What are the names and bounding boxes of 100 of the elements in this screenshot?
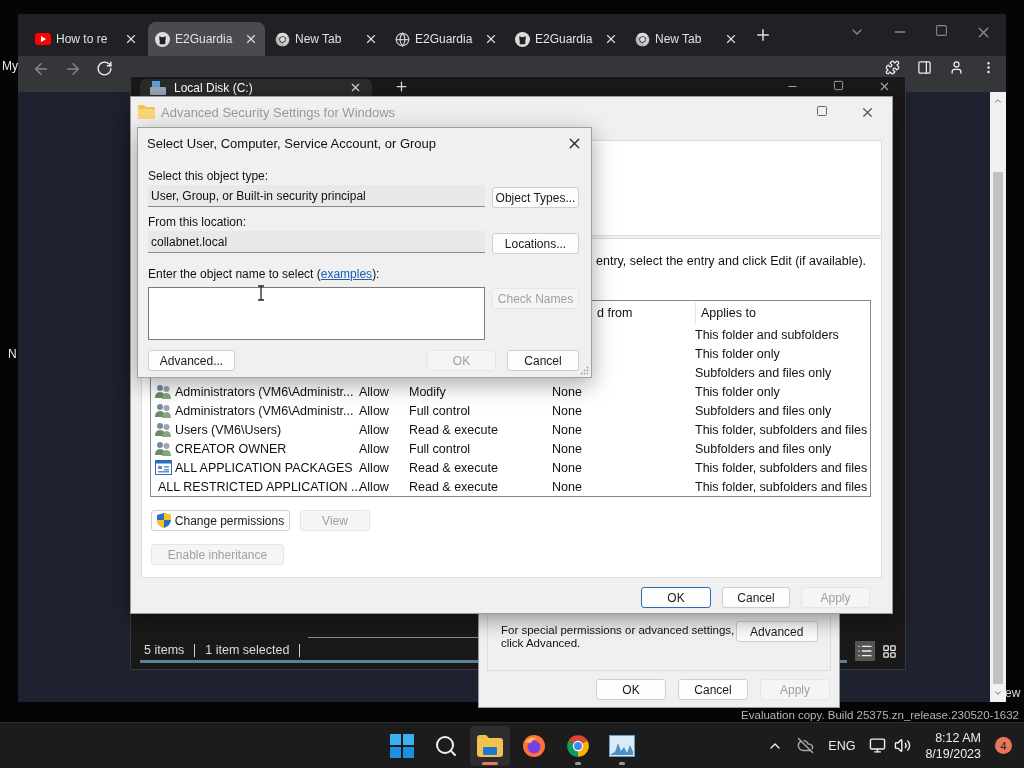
dialog-button[interactable]: Cancel bbox=[678, 679, 748, 700]
maximize-icon[interactable] bbox=[935, 24, 948, 37]
table-cell-text: Read & execute bbox=[409, 422, 499, 437]
network-icon[interactable] bbox=[869, 737, 887, 754]
desktop-icon-label[interactable]: N bbox=[8, 347, 17, 361]
dialog-title: Select User, Computer, Service Account, or Group bbox=[147, 135, 437, 151]
table-cell-text: Allow bbox=[359, 441, 390, 456]
close-icon[interactable] bbox=[349, 81, 362, 94]
browser-tab[interactable]: E2Guardia bbox=[508, 22, 625, 56]
table-cell-text: This folder, subfolders and files bbox=[695, 479, 869, 494]
advanced-note: For special permissions or advanced settings, click Advanced. bbox=[501, 624, 736, 650]
scroll-up-icon[interactable] bbox=[993, 96, 1003, 106]
table-cell-text: Allow bbox=[359, 403, 390, 418]
performance-chart-icon bbox=[609, 734, 635, 757]
advanced-button[interactable]: Advanced bbox=[735, 621, 818, 642]
locations-button[interactable]: Locations... bbox=[492, 233, 579, 254]
users-icon bbox=[155, 384, 172, 399]
globe-icon bbox=[395, 31, 410, 47]
principal-name: Users (VM6\Users) bbox=[175, 422, 282, 437]
folder-icon bbox=[138, 105, 155, 119]
close-icon[interactable] bbox=[484, 32, 498, 46]
table-cell-text: Subfolders and files only bbox=[695, 441, 833, 456]
table-cell-text: This folder only bbox=[695, 346, 781, 361]
volume-icon[interactable] bbox=[894, 737, 912, 754]
back-icon[interactable] bbox=[32, 60, 50, 78]
start-icon bbox=[390, 733, 414, 758]
maximize-icon[interactable] bbox=[816, 104, 828, 117]
location-field[interactable]: collabnet.local bbox=[148, 231, 485, 253]
text-cursor-icon bbox=[257, 285, 265, 301]
object-types-button[interactable]: Object Types... bbox=[492, 187, 579, 208]
browser-tab[interactable]: New Tab bbox=[628, 22, 745, 56]
search-icon bbox=[434, 733, 458, 758]
browser-tab[interactable]: How to re bbox=[28, 22, 145, 56]
dialog-button[interactable]: OK bbox=[641, 587, 711, 608]
principal-name: CREATOR OWNER bbox=[175, 441, 287, 456]
close-icon[interactable] bbox=[878, 80, 891, 93]
new-tab-icon[interactable] bbox=[394, 79, 409, 94]
close-icon[interactable] bbox=[124, 32, 138, 46]
explorer-tab[interactable]: Local Disk (C:) bbox=[140, 79, 372, 96]
dialog-button[interactable]: Cancel bbox=[507, 350, 579, 371]
table-cell-text: Allow bbox=[359, 422, 390, 437]
browser-tab[interactable]: E2Guardia bbox=[148, 22, 265, 56]
chrome-icon bbox=[566, 733, 590, 758]
principal-name: Administrators (VM6\Administr... bbox=[175, 384, 354, 399]
close-icon[interactable] bbox=[244, 32, 258, 46]
dialog-button[interactable]: Cancel bbox=[722, 587, 790, 608]
profile-icon[interactable] bbox=[949, 60, 964, 75]
build-watermark-text: Evaluation copy. Build 25375.zn_release.230520-1632 bbox=[741, 709, 1019, 721]
object-type-field[interactable]: User, Group, or Built-in security principal bbox=[148, 185, 485, 207]
dialog-button[interactable]: OK bbox=[596, 679, 666, 700]
shield-icon bbox=[156, 513, 171, 528]
status-text: 5 items bbox=[144, 643, 185, 657]
object-name-field[interactable] bbox=[148, 287, 485, 340]
drive-icon bbox=[150, 80, 166, 95]
desktop-text: ew bbox=[1005, 686, 1021, 700]
resize-grip-icon[interactable] bbox=[580, 366, 589, 375]
taskbar-app-button[interactable] bbox=[470, 725, 510, 766]
cloud-off-icon[interactable] bbox=[797, 737, 815, 754]
notification-badge[interactable]: 4 bbox=[995, 737, 1012, 754]
field-label: Enter the object name to select (examples): bbox=[148, 266, 381, 283]
action-button[interactable]: Change permissions bbox=[151, 510, 290, 531]
table-cell-text: None bbox=[552, 384, 583, 399]
advanced-button[interactable]: Advanced... bbox=[148, 350, 235, 371]
examples-link[interactable]: examples bbox=[320, 267, 373, 281]
table-cell-text: Full control bbox=[409, 441, 472, 456]
forward-icon[interactable] bbox=[64, 60, 82, 78]
users-icon bbox=[155, 441, 172, 456]
language-indicator[interactable]: ENG bbox=[828, 738, 856, 753]
fox-browser-icon bbox=[522, 733, 546, 758]
table-cell-text: Allow bbox=[359, 384, 390, 399]
reload-icon[interactable] bbox=[96, 60, 113, 77]
window-title: Advanced Security Settings for Windows bbox=[161, 104, 396, 120]
table-cell-text: This folder, subfolders and files bbox=[695, 422, 869, 437]
table-cell-text: Read & execute bbox=[409, 479, 499, 494]
app-package-icon bbox=[155, 460, 172, 475]
maximize-icon[interactable] bbox=[833, 80, 844, 91]
close-icon[interactable] bbox=[364, 32, 378, 46]
details-view-button[interactable] bbox=[855, 641, 875, 661]
field-label: Select this object type: bbox=[148, 168, 270, 185]
table-cell-text: None bbox=[552, 441, 583, 456]
column-header[interactable]: Applies to bbox=[695, 302, 870, 324]
side-panel-icon[interactable] bbox=[917, 60, 932, 75]
browser-tab[interactable]: New Tab bbox=[268, 22, 385, 56]
new-tab-icon[interactable] bbox=[754, 26, 772, 44]
browser-tab[interactable]: E2Guardia bbox=[388, 22, 505, 56]
desktop-icon-label[interactable]: My bbox=[2, 59, 18, 73]
table-cell-text: None bbox=[552, 460, 583, 475]
field-label: From this location: bbox=[148, 214, 248, 231]
scrollbar[interactable] bbox=[990, 92, 1006, 702]
browser-logo-icon bbox=[275, 31, 290, 47]
puzzle-icon[interactable] bbox=[885, 60, 900, 75]
table-cell-text: Subfolders and files only bbox=[695, 365, 833, 380]
close-icon[interactable] bbox=[604, 32, 618, 46]
table-cell-text: None bbox=[552, 422, 583, 437]
scroll-down-icon[interactable] bbox=[993, 688, 1003, 698]
clock[interactable]: 8:12 AM 8/19/2023 bbox=[925, 730, 981, 761]
close-icon[interactable] bbox=[724, 32, 738, 46]
table-cell-text: None bbox=[552, 479, 583, 494]
users-icon bbox=[155, 422, 172, 437]
table-cell-text: None bbox=[552, 403, 583, 418]
